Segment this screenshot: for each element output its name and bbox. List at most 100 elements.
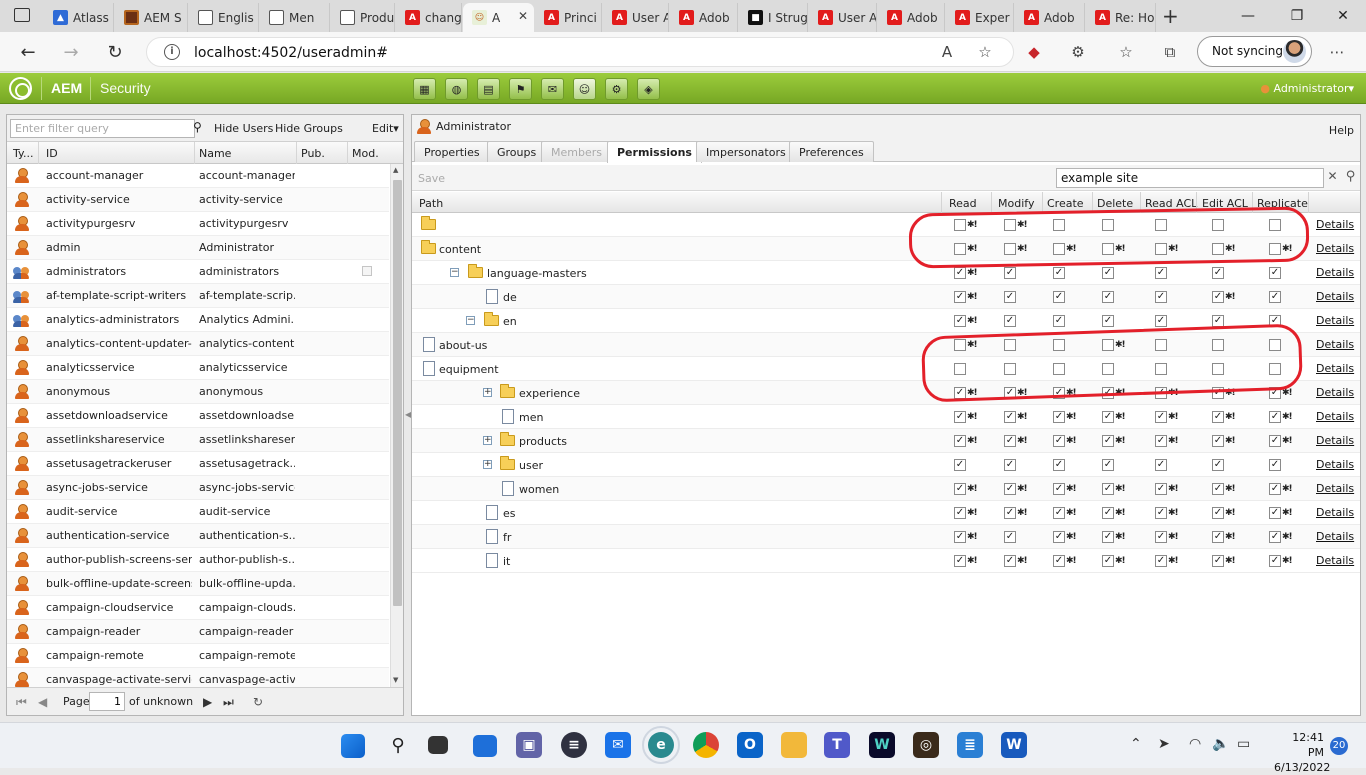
permission-checkbox[interactable] <box>954 411 966 423</box>
permission-checkbox[interactable] <box>1053 411 1065 423</box>
permission-checkbox[interactable] <box>1053 267 1065 279</box>
tools-icon[interactable]: ⚙ <box>605 78 628 100</box>
chevron-up-icon[interactable]: ⌃ <box>1130 736 1142 752</box>
details-link[interactable]: Details <box>1316 266 1354 279</box>
table-row[interactable]: async-jobs-service async-jobs-service <box>7 476 389 500</box>
extensions-icon[interactable]: ⚙ <box>1066 40 1090 64</box>
clear-icon[interactable]: ✕ <box>1324 169 1341 187</box>
details-link[interactable]: Details <box>1316 290 1354 303</box>
permission-checkbox[interactable] <box>1102 459 1114 471</box>
table-row[interactable]: authentication-service authentication-s..… <box>7 524 389 548</box>
new-tab-button[interactable]: + <box>1162 4 1179 28</box>
scroll-down-icon[interactable]: ▼ <box>393 676 398 684</box>
permission-checkbox[interactable] <box>1212 459 1224 471</box>
word-icon[interactable]: W <box>1001 732 1027 758</box>
browser-tab[interactable]: ☺ A ✕ <box>463 3 534 32</box>
webex-icon[interactable]: W <box>869 732 895 758</box>
table-row[interactable]: assetlinkshareservice assetlinkshareser..… <box>7 428 389 452</box>
permission-checkbox[interactable] <box>1053 291 1065 303</box>
browser-tab[interactable]: ▲ Atlass <box>44 3 114 32</box>
tab-preferences[interactable]: Preferences <box>789 141 874 162</box>
permission-checkbox[interactable] <box>1155 315 1167 327</box>
table-row[interactable]: assetusagetrackeruser assetusagetrack... <box>7 452 389 476</box>
close-tab-icon[interactable]: ✕ <box>518 9 528 23</box>
chrome-icon[interactable] <box>693 732 719 758</box>
teams-icon[interactable]: T <box>824 732 850 758</box>
permission-checkbox[interactable] <box>1269 507 1281 519</box>
user-list-scrollbar[interactable]: ▲ ▼ <box>390 164 403 687</box>
permission-checkbox[interactable] <box>1269 555 1281 567</box>
browser-tab[interactable]: AEM S <box>115 3 188 32</box>
tab-actions-icon[interactable] <box>14 8 30 22</box>
permission-checkbox[interactable] <box>1155 435 1167 447</box>
permission-checkbox[interactable] <box>1004 507 1016 519</box>
permission-checkbox[interactable] <box>1102 507 1114 519</box>
permission-checkbox[interactable] <box>1053 483 1065 495</box>
table-row[interactable]: account-manager account-manager <box>7 164 389 188</box>
hide-groups-button[interactable]: Hide Groups <box>275 122 343 135</box>
notepad-icon[interactable]: ≣ <box>957 732 983 758</box>
collections-icon[interactable]: ⧉ <box>1158 40 1182 64</box>
permission-checkbox[interactable] <box>1269 411 1281 423</box>
tagging-icon[interactable]: ◈ <box>637 78 660 100</box>
permission-checkbox[interactable] <box>1212 483 1224 495</box>
address-bar[interactable]: i localhost:4502/useradmin# A ☆ <box>146 37 1014 67</box>
start-button[interactable] <box>341 734 365 758</box>
permission-row[interactable]: de ✱! ✱! Details <box>412 285 1360 309</box>
details-link[interactable]: Details <box>1316 410 1354 423</box>
permission-checkbox[interactable] <box>954 555 966 567</box>
permission-checkbox[interactable] <box>1102 291 1114 303</box>
site-info-icon[interactable]: i <box>164 44 180 60</box>
browser-tab[interactable]: A User A <box>603 3 669 32</box>
browser-tab[interactable]: A Adob <box>670 3 738 32</box>
permission-checkbox[interactable] <box>1269 531 1281 543</box>
close-window-button[interactable]: ✕ <box>1320 4 1366 28</box>
permission-row[interactable]: women ✱! ✱! ✱! ✱! ✱! ✱! ✱! Details <box>412 477 1360 501</box>
table-row[interactable]: audit-service audit-service <box>7 500 389 524</box>
permission-row[interactable]: − language-masters ✱! Details <box>412 261 1360 285</box>
user-menu[interactable]: ● Administrator▾ <box>1260 82 1354 95</box>
tab-properties[interactable]: Properties <box>414 141 490 162</box>
details-link[interactable]: Details <box>1316 314 1354 327</box>
permission-checkbox[interactable] <box>1155 291 1167 303</box>
table-row[interactable]: bulk-offline-update-screens... bulk-offli… <box>7 572 389 596</box>
scroll-thumb[interactable] <box>393 180 402 606</box>
page-number-input[interactable] <box>89 692 125 711</box>
details-link[interactable]: Details <box>1316 506 1354 519</box>
permission-checkbox[interactable] <box>1102 435 1114 447</box>
permission-row[interactable]: fr ✱! ✱! ✱! ✱! ✱! ✱! Details <box>412 525 1360 549</box>
save-button[interactable]: Save <box>418 172 445 185</box>
permission-row[interactable]: + user Details <box>412 453 1360 477</box>
permission-checkbox[interactable] <box>1269 483 1281 495</box>
aem-logo-icon[interactable] <box>9 77 32 100</box>
details-link[interactable]: Details <box>1316 530 1354 543</box>
details-link[interactable]: Details <box>1316 242 1354 255</box>
sync-profile-button[interactable]: Not syncing <box>1197 36 1312 67</box>
users-icon[interactable]: ☺ <box>573 78 596 100</box>
browser-tab[interactable]: Produ <box>331 3 395 32</box>
websites-icon[interactable]: ▦ <box>413 78 436 100</box>
browser-tab[interactable]: Achang <box>396 3 462 32</box>
permission-checkbox[interactable] <box>1155 483 1167 495</box>
permission-checkbox[interactable] <box>1102 411 1114 423</box>
battery-icon[interactable]: ▭ <box>1237 736 1250 752</box>
permission-checkbox[interactable] <box>1212 411 1224 423</box>
permission-checkbox[interactable] <box>1053 531 1065 543</box>
permission-checkbox[interactable] <box>1212 267 1224 279</box>
details-link[interactable]: Details <box>1316 434 1354 447</box>
teams-chat-icon[interactable]: ▣ <box>516 732 542 758</box>
inbox-icon[interactable]: ✉ <box>541 78 564 100</box>
path-search-input[interactable] <box>1056 168 1324 188</box>
permission-checkbox[interactable] <box>1102 315 1114 327</box>
table-row[interactable]: canvaspage-activate-service canvaspage-ac… <box>7 668 389 687</box>
refresh-button[interactable]: ↻ <box>103 40 127 64</box>
permission-checkbox[interactable] <box>1212 531 1224 543</box>
browser-tab[interactable]: A Re: Ho <box>1086 3 1156 32</box>
collapse-icon[interactable]: − <box>450 268 459 277</box>
details-link[interactable]: Details <box>1316 458 1354 471</box>
permission-checkbox[interactable] <box>1269 435 1281 447</box>
minimize-button[interactable]: — <box>1225 4 1271 28</box>
permission-checkbox[interactable] <box>1053 435 1065 447</box>
table-row[interactable]: admin Administrator <box>7 236 389 260</box>
filter-input[interactable] <box>10 119 195 138</box>
